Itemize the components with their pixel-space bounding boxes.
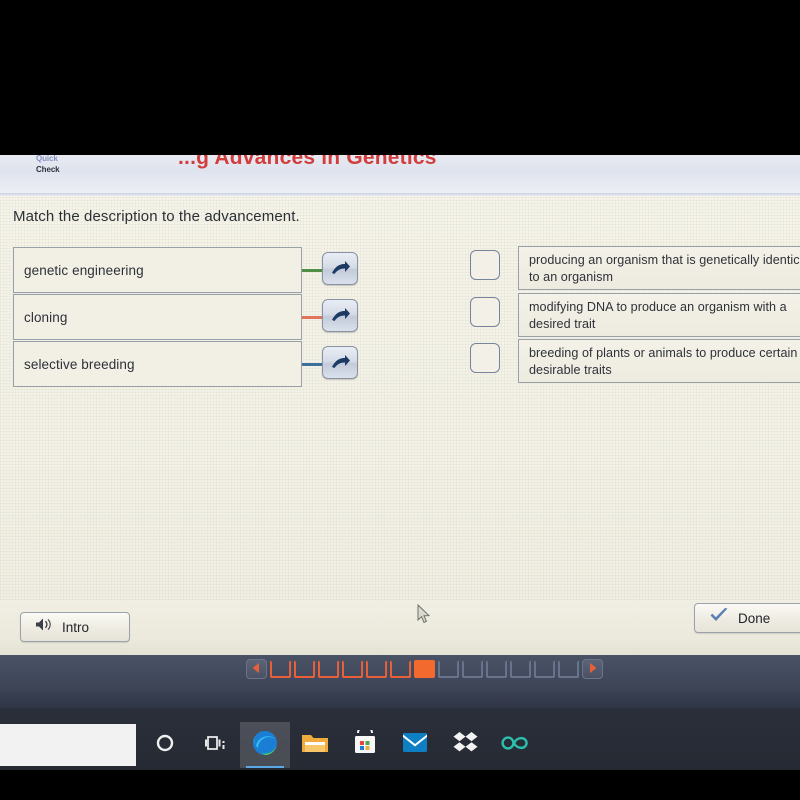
taskbar-item-mail[interactable] xyxy=(390,722,440,768)
arrow-right-icon xyxy=(330,260,350,277)
done-button-label: Done xyxy=(738,610,771,626)
bottom-bezel-black-band xyxy=(0,770,800,800)
description-checkbox-0[interactable] xyxy=(470,250,500,280)
taskbar-item-office-infinity[interactable] xyxy=(490,722,540,768)
quick-check-label: Quick Check xyxy=(36,155,60,175)
description-checkbox-1[interactable] xyxy=(470,297,500,327)
laptop-lid-gap xyxy=(0,690,800,708)
taskbar-item-task-view[interactable] xyxy=(190,722,240,768)
quick-check-line2: Check xyxy=(36,165,60,174)
term-row: cloning xyxy=(13,294,358,340)
pagination-next-button[interactable] xyxy=(582,659,603,679)
description-checkbox-2[interactable] xyxy=(470,343,500,373)
description-text: modifying DNA to produce an organism wit… xyxy=(529,300,787,331)
page-title: ...g Advances in Genetics xyxy=(178,155,437,169)
term-box-1[interactable]: cloning xyxy=(13,294,302,340)
dropbox-icon xyxy=(453,731,478,759)
cortana-circle-icon xyxy=(155,733,175,758)
taskbar-search-box[interactable] xyxy=(0,724,136,766)
description-text: producing an organism that is geneticall… xyxy=(529,253,800,284)
pagination-prev-button[interactable] xyxy=(246,659,267,679)
arrow-right-icon xyxy=(330,354,350,371)
pagination-cell[interactable] xyxy=(558,660,579,678)
quick-check-line1: Quick xyxy=(36,155,58,163)
description-text: breeding of plants or animals to produce… xyxy=(529,346,798,377)
match-arrow-button-0[interactable] xyxy=(322,252,358,285)
intro-button[interactable]: Intro xyxy=(20,612,130,642)
instruction-text: Match the description to the advancement… xyxy=(13,208,300,225)
intro-button-label: Intro xyxy=(62,619,90,635)
term-label: genetic engineering xyxy=(24,262,144,278)
pagination-cell[interactable] xyxy=(366,660,387,678)
pagination-cell-current[interactable] xyxy=(414,660,435,678)
pagination-cell[interactable] xyxy=(390,660,411,678)
pagination-cell[interactable] xyxy=(318,660,339,678)
triangle-right-icon xyxy=(588,660,597,678)
taskbar-item-microsoft-store[interactable] xyxy=(340,722,390,768)
taskbar-item-file-explorer[interactable] xyxy=(290,722,340,768)
action-button-bar: Intro Done xyxy=(0,600,800,655)
screen-photo: Quick Check ...g Advances in Genetics Ma… xyxy=(0,0,800,800)
microsoft-edge-icon xyxy=(251,729,279,762)
term-row: genetic engineering xyxy=(13,247,358,293)
top-bezel-black-band xyxy=(0,0,800,155)
triangle-left-icon xyxy=(252,660,261,678)
match-arrow-button-1[interactable] xyxy=(322,299,358,332)
pagination xyxy=(246,659,603,679)
term-box-2[interactable]: selective breeding xyxy=(13,341,302,387)
pagination-cell[interactable] xyxy=(462,660,483,678)
term-label: cloning xyxy=(24,309,68,325)
taskbar-item-cortana[interactable] xyxy=(140,722,190,768)
task-view-icon xyxy=(204,734,226,757)
taskbar-item-dropbox[interactable] xyxy=(440,722,490,768)
term-box-0[interactable]: genetic engineering xyxy=(13,247,302,293)
taskbar-icon-group xyxy=(140,722,540,768)
mouse-cursor xyxy=(417,603,431,624)
quiz-canvas: Match the description to the advancement… xyxy=(0,196,800,600)
pagination-cell[interactable] xyxy=(270,660,291,678)
mail-icon xyxy=(402,732,428,758)
pagination-cell[interactable] xyxy=(342,660,363,678)
office-infinity-icon xyxy=(501,734,529,757)
description-box-1[interactable]: modifying DNA to produce an organism wit… xyxy=(518,293,800,337)
taskbar-item-microsoft-edge[interactable] xyxy=(240,722,290,768)
file-explorer-icon xyxy=(301,731,329,760)
pagination-strip xyxy=(0,655,800,690)
term-row: selective breeding xyxy=(13,341,358,387)
app-header: Quick Check ...g Advances in Genetics xyxy=(0,155,800,195)
pagination-cell[interactable] xyxy=(534,660,555,678)
pagination-cell[interactable] xyxy=(510,660,531,678)
checkmark-icon xyxy=(709,607,729,629)
pagination-cell[interactable] xyxy=(486,660,507,678)
arrow-right-icon xyxy=(330,307,350,324)
pagination-cell[interactable] xyxy=(294,660,315,678)
description-box-2[interactable]: breeding of plants or animals to produce… xyxy=(518,339,800,383)
term-label: selective breeding xyxy=(24,356,135,372)
done-button[interactable]: Done xyxy=(694,603,800,633)
pagination-cell[interactable] xyxy=(438,660,459,678)
windows-taskbar xyxy=(0,708,800,770)
match-arrow-button-2[interactable] xyxy=(322,346,358,379)
microsoft-store-icon xyxy=(353,725,377,760)
speaker-icon xyxy=(35,617,53,637)
description-box-0[interactable]: producing an organism that is geneticall… xyxy=(518,246,800,290)
